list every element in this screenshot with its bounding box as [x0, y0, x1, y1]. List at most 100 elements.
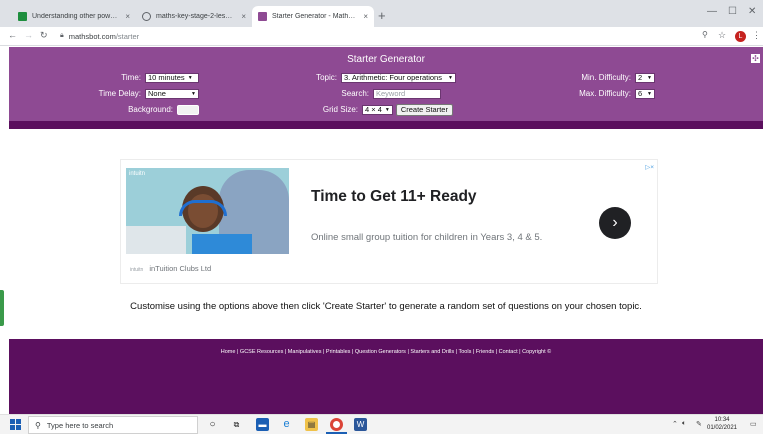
grid-size-value: 4 × 4 — [365, 105, 382, 114]
close-window-icon[interactable]: ✕ — [748, 6, 756, 17]
instructions-text: Customise using the options above then c… — [130, 301, 642, 312]
store-icon[interactable]: ▬ — [256, 418, 269, 431]
min-difficulty-value: 2 — [638, 73, 643, 82]
close-icon[interactable]: × — [363, 12, 368, 21]
starter-controls-panel: Starter Generator Time: 10 minutes ▼ Time… — [9, 47, 763, 121]
ad-headline[interactable]: Time to Get 11+ Ready — [311, 188, 477, 206]
cortana-icon[interactable]: ○ — [206, 418, 219, 431]
max-difficulty-label: Max. Difficulty: — [579, 89, 631, 98]
bookmark-star-icon[interactable]: ☆ — [718, 30, 726, 41]
profile-avatar[interactable]: L — [735, 31, 746, 42]
volume-icon[interactable]: 🔈︎ — [682, 420, 686, 428]
background-color-picker[interactable] — [177, 104, 199, 115]
edge-icon[interactable]: e — [280, 418, 293, 431]
file-explorer-icon[interactable]: ▤ — [305, 418, 318, 431]
word-icon[interactable]: W — [354, 418, 367, 431]
min-difficulty-select[interactable]: 2 ▼ — [635, 72, 655, 83]
search-icon: ⚲ — [35, 420, 41, 430]
dropdown-arrow-icon: ▼ — [384, 106, 390, 113]
ad-body: Online small group tuition for children … — [311, 232, 543, 243]
grid-row: Grid Size: 4 × 4 ▼ Create Starter — [299, 103, 453, 116]
zoom-icon[interactable]: ⚲ — [702, 30, 708, 39]
screen: Understanding other powers of t × maths-… — [0, 0, 763, 434]
new-tab-icon[interactable]: + — [378, 8, 386, 23]
tray-chevron-icon[interactable]: ⌃ — [672, 420, 678, 428]
time-select[interactable]: 10 minutes ▼ — [145, 72, 199, 83]
chrome-icon[interactable] — [330, 418, 343, 431]
delay-label: Time Delay: — [98, 89, 141, 98]
adchoices-icon[interactable]: ▷× — [645, 163, 654, 171]
search-label: Search: — [341, 89, 369, 98]
max-difficulty-row: Max. Difficulty: 6 ▼ — [569, 88, 655, 99]
url-domain: mathsbot.com — [68, 31, 116, 41]
advertiser-logo: intuitn — [130, 267, 144, 273]
footer-links[interactable]: Home | GCSE Resources | Manipulatives | … — [9, 349, 763, 355]
dropdown-arrow-icon: ▼ — [647, 90, 652, 97]
side-handle — [0, 290, 4, 326]
delay-row: Time Delay: None ▼ — [69, 88, 199, 99]
footer: Home | GCSE Resources | Manipulatives | … — [9, 339, 763, 414]
taskbar: ⚲ Type here to search ○ ⧉ ▬ e ▤ W ⌃ 🔈︎ ✎… — [0, 414, 763, 434]
page-title: Starter Generator — [347, 54, 425, 65]
time-label: Time: — [121, 73, 141, 82]
browser-tab-title: maths-key-stage-2-lesson-MATHS — [156, 13, 235, 20]
dropdown-arrow-icon: ▼ — [187, 74, 193, 81]
windows-start-icon[interactable] — [10, 419, 21, 430]
grid-size-select[interactable]: 4 × 4 ▼ — [362, 104, 393, 115]
taskbar-search-placeholder: Type here to search — [46, 420, 114, 430]
ad-source: intuitn inTuition Clubs Ltd — [130, 264, 211, 273]
clock-date: 01/02/2021 — [706, 425, 738, 431]
page: Starter Generator Time: 10 minutes ▼ Time… — [9, 47, 763, 414]
background-row: Background: — [69, 104, 199, 115]
web-favicon-icon — [142, 12, 151, 21]
min-difficulty-label: Min. Difficulty: — [581, 73, 631, 82]
address-bar-row: ← → ↻ 🔒︎ mathsbot.com/starter ⚲ ☆ ⋮ — [0, 27, 763, 46]
close-icon[interactable]: × — [241, 12, 246, 21]
time-row: Time: 10 minutes ▼ — [69, 72, 199, 83]
max-difficulty-value: 6 — [638, 89, 643, 98]
create-starter-button[interactable]: Create Starter — [395, 103, 453, 116]
taskbar-search-box[interactable]: ⚲ Type here to search — [28, 416, 198, 434]
forward-icon[interactable]: → — [24, 30, 33, 40]
ad-photo-logo: intuitn — [129, 171, 146, 177]
reload-icon[interactable]: ↻ — [40, 30, 48, 41]
clock-time: 10:34 — [714, 417, 730, 423]
topic-select[interactable]: 3. Arithmetic: Four operations ▼ — [341, 72, 456, 83]
menu-icon[interactable]: ⋮ — [752, 30, 761, 41]
topic-label: Topic: — [316, 73, 337, 82]
delay-select[interactable]: None ▼ — [145, 88, 199, 99]
keyword-search-input[interactable]: Keyword — [373, 88, 441, 99]
max-difficulty-select[interactable]: 6 ▼ — [635, 88, 655, 99]
taskbar-clock[interactable]: 10:34 01/02/2021 — [706, 416, 738, 432]
dropdown-arrow-icon: ▼ — [191, 90, 196, 97]
advertisement[interactable]: intuitn intuitn inTuition Clubs Ltd Time … — [120, 159, 658, 284]
topic-value: 3. Arithmetic: Four operations — [344, 73, 442, 82]
maximize-icon[interactable]: ☐ — [728, 6, 737, 17]
url-path: /starter — [115, 31, 140, 41]
notifications-icon[interactable]: ▭ — [750, 420, 757, 428]
dropdown-arrow-icon: ▼ — [447, 74, 453, 81]
search-row: Search: Keyword — [299, 88, 441, 99]
minimize-icon[interactable]: — — [707, 6, 717, 17]
back-icon[interactable]: ← — [8, 30, 17, 40]
tab-strip: Understanding other powers of t × maths-… — [0, 0, 763, 27]
address-field[interactable]: 🔒︎ mathsbot.com/starter — [60, 29, 139, 43]
task-view-icon[interactable]: ⧉ — [230, 418, 243, 431]
mathsbot-favicon-icon — [258, 12, 267, 21]
delay-value: None — [148, 89, 166, 98]
browser-tab-title: Understanding other powers of t — [32, 13, 120, 20]
pen-icon[interactable]: ✎ — [696, 420, 702, 428]
chevron-right-icon[interactable]: › — [599, 207, 631, 239]
panel-divider — [9, 121, 763, 129]
browser-tab-title: Starter Generator - Maths Lesson — [272, 13, 358, 20]
browser-tab-3[interactable]: Starter Generator - Maths Lesson × — [252, 6, 374, 27]
grid-size-label: Grid Size: — [322, 105, 358, 114]
close-icon[interactable]: × — [125, 12, 130, 21]
browser-tab-2[interactable]: maths-key-stage-2-lesson-MATHS × — [136, 6, 252, 27]
dropdown-arrow-icon: ▼ — [647, 74, 652, 81]
browser-tab-1[interactable]: Understanding other powers of t × — [12, 6, 136, 27]
min-difficulty-row: Min. Difficulty: 2 ▼ — [569, 72, 655, 83]
lock-icon: 🔒︎ — [60, 32, 64, 39]
fullscreen-icon[interactable]: ✣ — [751, 54, 760, 63]
advertiser-name: inTuition Clubs Ltd — [149, 264, 212, 273]
